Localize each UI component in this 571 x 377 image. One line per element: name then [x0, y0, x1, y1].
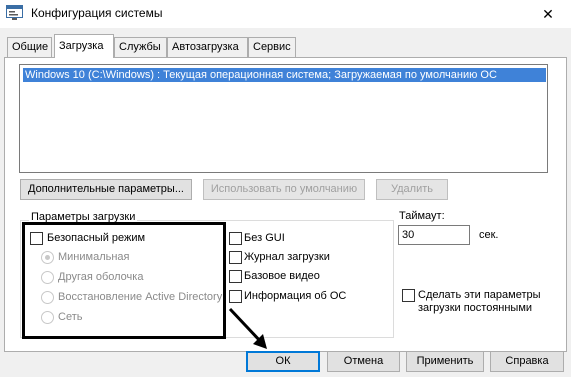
- radio-ad-repair[interactable]: [41, 291, 54, 304]
- tab-tools[interactable]: Сервис: [248, 37, 296, 57]
- os-boot-info-label[interactable]: Информация об ОС: [244, 290, 346, 302]
- radio-network-label[interactable]: Сеть: [58, 311, 82, 323]
- safe-boot-label[interactable]: Безопасный режим: [47, 232, 145, 244]
- tab-services[interactable]: Службы: [114, 37, 167, 57]
- apply-button[interactable]: Применить: [406, 351, 484, 372]
- timeout-unit: сек.: [479, 229, 499, 241]
- radio-minimal[interactable]: [41, 251, 54, 264]
- boot-log-checkbox[interactable]: [229, 251, 242, 264]
- help-button[interactable]: Справка: [490, 351, 564, 372]
- no-gui-checkbox[interactable]: [229, 232, 242, 245]
- base-video-checkbox[interactable]: [229, 270, 242, 283]
- cancel-button[interactable]: Отмена: [327, 351, 400, 372]
- make-permanent-checkbox[interactable]: [402, 289, 415, 302]
- close-icon: ✕: [542, 5, 554, 22]
- msconfig-icon: [6, 5, 23, 20]
- safe-boot-checkbox[interactable]: [30, 232, 43, 245]
- radio-alternate-shell-label[interactable]: Другая оболочка: [58, 271, 143, 283]
- annotation-arrow-icon: [228, 307, 267, 349]
- radio-dot-icon: [45, 255, 50, 260]
- advanced-options-button[interactable]: Дополнительные параметры...: [20, 179, 192, 200]
- boot-options-legend: Параметры загрузки: [29, 211, 138, 223]
- tab-startup[interactable]: Автозагрузка: [167, 37, 248, 57]
- delete-button[interactable]: Удалить: [376, 179, 448, 200]
- radio-minimal-label[interactable]: Минимальная: [58, 251, 130, 263]
- tab-boot[interactable]: Загрузка: [54, 34, 114, 58]
- make-permanent-label-line2[interactable]: загрузки постоянными: [418, 302, 532, 314]
- close-button[interactable]: ✕: [525, 0, 571, 28]
- radio-alternate-shell[interactable]: [41, 271, 54, 284]
- ok-button[interactable]: ОК: [246, 351, 320, 372]
- os-boot-info-checkbox[interactable]: [229, 290, 242, 303]
- os-list-item[interactable]: Windows 10 (C:\Windows) : Текущая операц…: [23, 68, 546, 82]
- set-default-button[interactable]: Использовать по умолчанию: [203, 179, 365, 200]
- no-gui-label[interactable]: Без GUI: [244, 232, 285, 244]
- tab-general[interactable]: Общие: [7, 37, 52, 57]
- timeout-input[interactable]: 30: [398, 225, 470, 245]
- title-bar: Конфигурация системы ✕: [0, 0, 571, 28]
- radio-network[interactable]: [41, 311, 54, 324]
- boot-log-label[interactable]: Журнал загрузки: [244, 251, 330, 263]
- radio-ad-repair-label[interactable]: Восстановление Active Directory: [58, 291, 222, 303]
- os-list[interactable]: Windows 10 (C:\Windows) : Текущая операц…: [19, 64, 548, 173]
- base-video-label[interactable]: Базовое видео: [244, 270, 320, 282]
- timeout-label: Таймаут:: [399, 210, 445, 222]
- make-permanent-label-line1[interactable]: Сделать эти параметры: [418, 289, 541, 301]
- window-title: Конфигурация системы: [31, 6, 163, 20]
